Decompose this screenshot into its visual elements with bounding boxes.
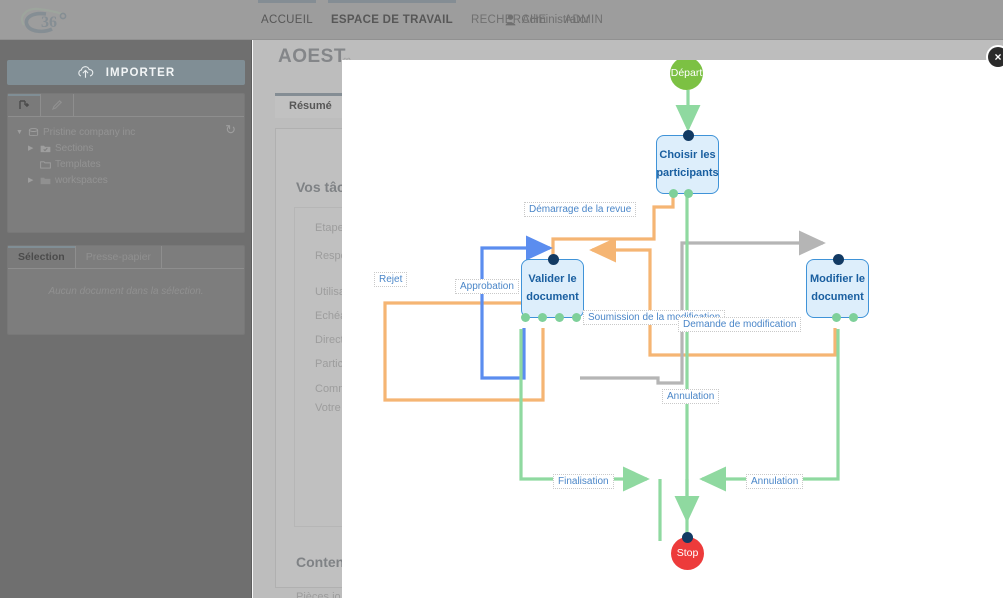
node-output-port[interactable] [521,313,530,322]
node-label: Modifier le document [809,273,865,303]
caret-icon[interactable]: ▶ [28,144,36,152]
nav-item-espace-de-travail[interactable]: ESPACE DE TRAVAIL [322,0,462,40]
tab-label: Sélection [18,251,65,263]
user-menu[interactable]: Administrator [505,0,590,40]
folder-open-icon [40,160,51,169]
workflow-overlay: Départ Choisir les participants Valider … [342,60,1003,598]
caret-icon[interactable]: ▶ [28,176,36,184]
left-sidebar: IMPORTER ↻ ▼ Pristine company inc ▶ Sect… [0,40,252,598]
selection-empty-message: Aucun document dans la sélection. [48,286,204,297]
attachments-label: Pièces jo [296,591,341,598]
edge-label-rejet[interactable]: Rejet [374,272,408,287]
tree-label: Templates [55,158,101,170]
node-output-port[interactable] [538,313,547,322]
node-label: Stop [676,547,699,560]
close-icon[interactable]: × [988,47,1003,67]
node-output-port[interactable] [572,313,581,322]
person-icon [505,14,516,26]
node-input-port[interactable] [683,130,694,141]
workflow-node-valider-le-document[interactable]: Valider le document [521,254,584,322]
navigator-icon [19,100,30,109]
tree-label: Sections [55,142,94,154]
database-icon [28,127,39,136]
tab-edit[interactable] [41,94,74,116]
tree-panel: ↻ ▼ Pristine company inc ▶ Sections Temp… [7,93,245,233]
workflow-node-stop[interactable]: Stop [671,532,704,570]
close-glyph: × [994,50,1002,64]
folder-check-icon [40,145,51,152]
tab-label: Presse-papier [85,251,152,263]
node-output-port[interactable] [555,313,564,322]
edge-label-annulation-2[interactable]: Annulation [746,474,804,489]
workflow-node-modifier-le-document[interactable]: Modifier le document [806,254,869,322]
user-name: Administrator [522,14,590,26]
import-label: IMPORTER [105,66,176,79]
tab-resume[interactable]: Résumé [275,93,347,118]
node-output-port[interactable] [832,313,841,322]
folder-icon [40,177,51,184]
app-logo[interactable]: 36 [0,0,90,40]
node-output-port[interactable] [669,189,678,198]
tree-label: workspaces [55,174,108,186]
selection-panel: Sélection Presse-papier Aucun document d… [7,245,245,335]
edge-label-annulation-1[interactable]: Annulation [662,389,720,404]
tree-panel-tabs [8,94,244,117]
c360-logo-icon: 36 [20,7,67,34]
tree-item-pristine-company-inc[interactable]: ▼ Pristine company inc [14,124,238,140]
node-input-port[interactable] [548,254,559,265]
node-label: Choisir les participants [656,149,719,179]
import-button[interactable]: IMPORTER [7,60,245,85]
nav-item-accueil[interactable]: ACCUEIL [252,0,322,40]
node-input-port[interactable] [833,254,844,265]
node-output-port[interactable] [849,313,858,322]
tree-label: Pristine company inc [43,126,136,138]
caret-icon[interactable]: ▼ [16,129,24,136]
node-input-port[interactable] [682,532,693,543]
workflow-canvas[interactable]: Départ Choisir les participants Valider … [342,60,1003,598]
node-label: Valider le document [526,273,579,303]
tree-item-templates[interactable]: Templates [14,156,238,172]
edge-label-demande-de-modification[interactable]: Demande de modification [678,317,802,332]
selection-tabs: Sélection Presse-papier [8,246,244,269]
top-header: 36 ACCUEIL ESPACE DE TRAVAIL RECHERCHE A… [0,0,1003,40]
edge-label-finalisation[interactable]: Finalisation [553,474,614,489]
edge-label-demarrage-de-la-revue[interactable]: Démarrage de la revue [524,202,637,217]
tree-item-workspaces[interactable]: ▶ workspaces [14,172,238,188]
tab-label: Résumé [289,99,332,112]
svg-text:36: 36 [41,14,57,31]
nav-label: ACCUEIL [261,14,313,26]
tab-presse-papier[interactable]: Presse-papier [76,246,163,268]
tree-list: ▼ Pristine company inc ▶ Sections Templa… [14,124,238,188]
tab-navigator[interactable] [8,94,41,116]
pencil-icon [51,99,63,111]
workflow-node-choisir-les-participants[interactable]: Choisir les participants [656,130,719,198]
edge-label-approbation[interactable]: Approbation [455,279,519,294]
nav-label: ESPACE DE TRAVAIL [330,14,453,26]
node-label: Départ [670,67,703,80]
upload-cloud-icon [78,66,94,78]
page-title: AOEST [278,46,346,67]
node-output-port[interactable] [684,189,693,198]
tree-item-sections[interactable]: ▶ Sections [14,140,238,156]
tab-selection[interactable]: Sélection [8,246,76,268]
